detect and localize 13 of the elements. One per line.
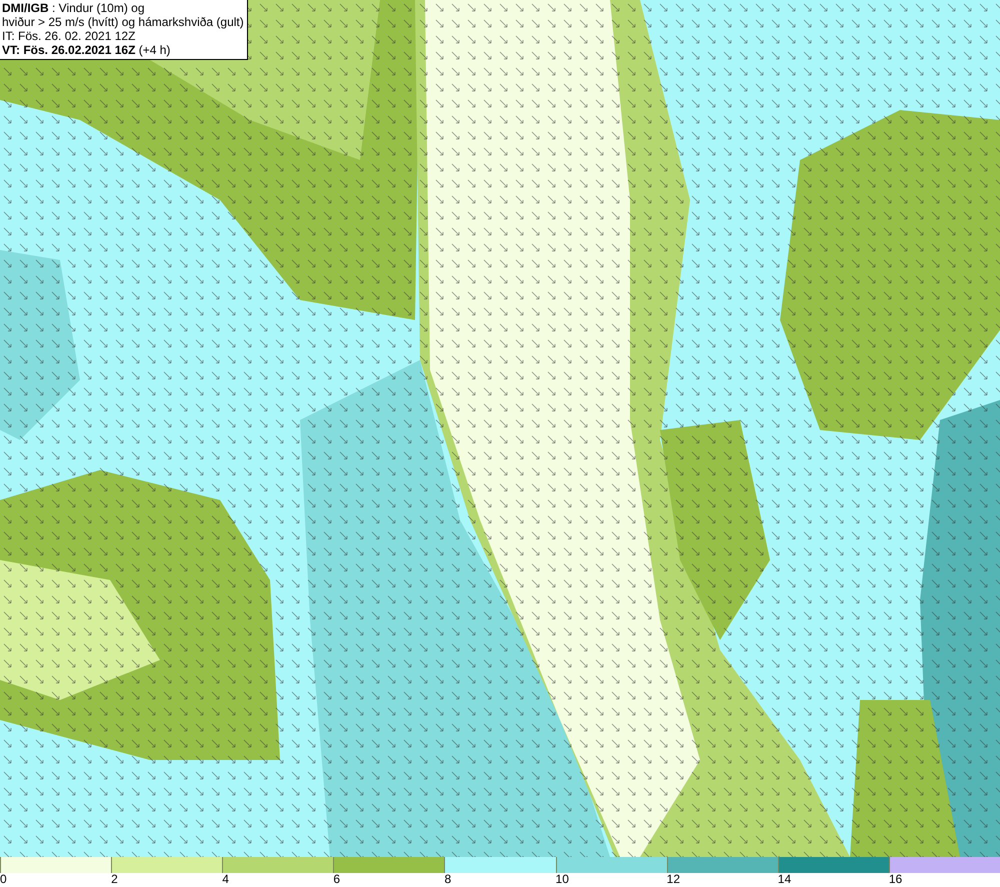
legend-label: 8 <box>444 873 452 886</box>
legend-label: 0 <box>0 873 7 886</box>
legend-label: 2 <box>111 873 118 886</box>
legend-label: 4 <box>222 873 229 886</box>
legend-label: 10 <box>556 873 569 886</box>
title-line: DMI/IGB : Vindur (10m) og <box>2 1 146 15</box>
legend-label: 16 <box>888 873 902 886</box>
legend-label: 14 <box>778 873 792 886</box>
title-line: VT: Fös. 26.02.2021 16Z (+4 h) <box>2 43 172 57</box>
legend-label: 12 <box>666 873 680 886</box>
legend-label: 6 <box>333 873 340 886</box>
title-line: IT: Fös. 26. 02. 2021 12Z <box>2 29 136 43</box>
title-line: hviður > 25 m/s (hvítt) og hámarkshviða (gult) <box>2 15 244 29</box>
